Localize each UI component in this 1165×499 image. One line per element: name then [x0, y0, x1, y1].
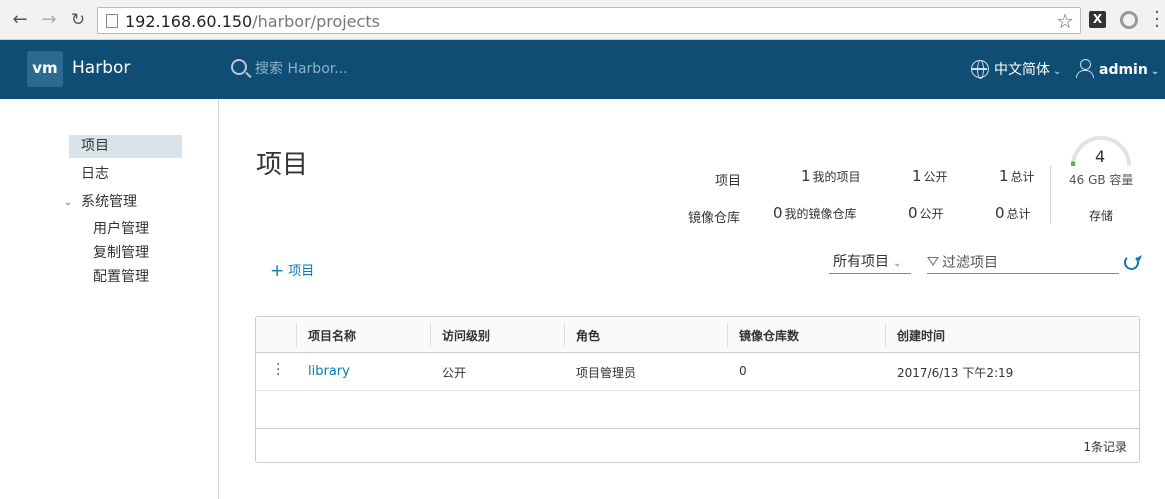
extension-x-icon[interactable]: X: [1089, 11, 1106, 28]
global-search[interactable]: [231, 58, 431, 82]
table-row: · · · library 公开 项目管理员 0 2017/6/13 下午2:19: [256, 353, 1139, 391]
sidebar-item-projects[interactable]: 项目: [69, 135, 182, 158]
column-separator: [296, 323, 297, 347]
project-name-link[interactable]: library: [308, 364, 350, 379]
user-icon: [1076, 59, 1094, 78]
stat-my-repos: 0 我的镜像仓库: [773, 204, 857, 222]
chevron-down-icon: ⌄: [1053, 66, 1062, 77]
bookmark-star-icon[interactable]: ☆: [1056, 9, 1074, 33]
filter-input[interactable]: [942, 252, 1117, 273]
storage-count: 4: [1095, 147, 1106, 166]
address-bar[interactable]: 192.168.60.150/harbor/projects ☆: [97, 7, 1081, 34]
column-separator: [727, 323, 728, 347]
column-header-role[interactable]: 角色: [576, 327, 600, 344]
url-text: 192.168.60.150/harbor/projects: [125, 12, 380, 31]
sidebar-item-replication-management[interactable]: 复制管理: [93, 242, 149, 262]
user-menu[interactable]: admin ⌄: [1076, 59, 1159, 78]
forward-arrow-icon[interactable]: →: [38, 9, 60, 31]
stat-repos-label: 镜像仓库: [688, 211, 741, 226]
project-filter-select[interactable]: 所有项目 ⌄: [829, 252, 911, 274]
refresh-icon[interactable]: [1124, 255, 1139, 270]
browser-toolbar: ← → ↻ 192.168.60.150/harbor/projects ☆ X…: [0, 0, 1165, 40]
stat-projects-label: 项目: [715, 174, 742, 189]
app-header: vm Harbor 中文简体⌄ admin⌄: [0, 40, 1165, 99]
table-footer: 1条记录: [256, 428, 1139, 462]
chevron-down-icon: ⌄: [893, 258, 902, 269]
project-filter[interactable]: [927, 252, 1119, 274]
plus-icon: +: [270, 261, 285, 281]
column-header-repo-count[interactable]: 镜像仓库数: [739, 327, 799, 344]
stat-total-projects: 1 总计: [999, 167, 1035, 185]
record-count: 1条记录: [1083, 440, 1127, 454]
row-actions-icon[interactable]: · · ·: [276, 358, 280, 382]
column-header-created[interactable]: 创建时间: [897, 327, 945, 344]
page-icon: [106, 14, 118, 28]
search-input[interactable]: [255, 58, 425, 80]
column-header-access[interactable]: 访问级别: [442, 327, 490, 344]
storage-label: 存储: [1089, 209, 1114, 223]
page-title: 项目: [256, 150, 309, 180]
projects-table: 项目名称 访问级别 角色 镜像仓库数 创建时间 · · · library 公开 项…: [255, 316, 1140, 463]
search-icon: [231, 59, 247, 75]
filter-icon: [927, 257, 939, 266]
sidebar-item-logs[interactable]: 日志: [69, 163, 182, 186]
reload-icon[interactable]: ↻: [67, 9, 89, 31]
vmware-logo[interactable]: vm: [27, 51, 63, 87]
storage-capacity: 46 GB 容量: [1069, 173, 1134, 187]
app-title[interactable]: Harbor: [72, 58, 130, 78]
column-separator: [564, 323, 565, 347]
project-access: 公开: [442, 366, 467, 380]
stat-public-repos: 0 公开: [908, 204, 944, 222]
stat-public-projects: 1 公开: [912, 167, 948, 185]
stat-total-repos: 0 总计: [995, 204, 1031, 222]
table-header: 项目名称 访问级别 角色 镜像仓库数 创建时间: [256, 317, 1139, 353]
sidebar-item-system-admin[interactable]: 系统管理: [69, 191, 182, 214]
language-selector[interactable]: 中文简体 ⌄: [971, 59, 1061, 79]
project-created: 2017/6/13 下午2:19: [897, 366, 1014, 380]
back-arrow-icon[interactable]: ←: [9, 9, 31, 31]
sidebar-item-configuration-management[interactable]: 配置管理: [93, 266, 149, 286]
browser-menu-icon[interactable]: · · ·: [1152, 4, 1162, 36]
project-role: 项目管理员: [576, 366, 637, 380]
stats-divider: [1050, 166, 1051, 223]
stat-my-projects: 1 我的项目: [801, 167, 861, 185]
globe-icon: [971, 60, 989, 79]
column-header-name[interactable]: 项目名称: [308, 327, 356, 344]
sidebar: 项目 日志 ⌄ 系统管理 用户管理 复制管理 配置管理: [0, 99, 219, 499]
sidebar-item-user-management[interactable]: 用户管理: [93, 218, 149, 238]
add-project-button[interactable]: + 项目: [270, 260, 314, 281]
chevron-down-icon: ⌄: [1150, 66, 1160, 77]
column-separator: [430, 323, 431, 347]
project-repo-count: 0: [739, 364, 747, 378]
column-separator: [885, 323, 886, 347]
extension-circle-icon[interactable]: [1120, 11, 1138, 29]
